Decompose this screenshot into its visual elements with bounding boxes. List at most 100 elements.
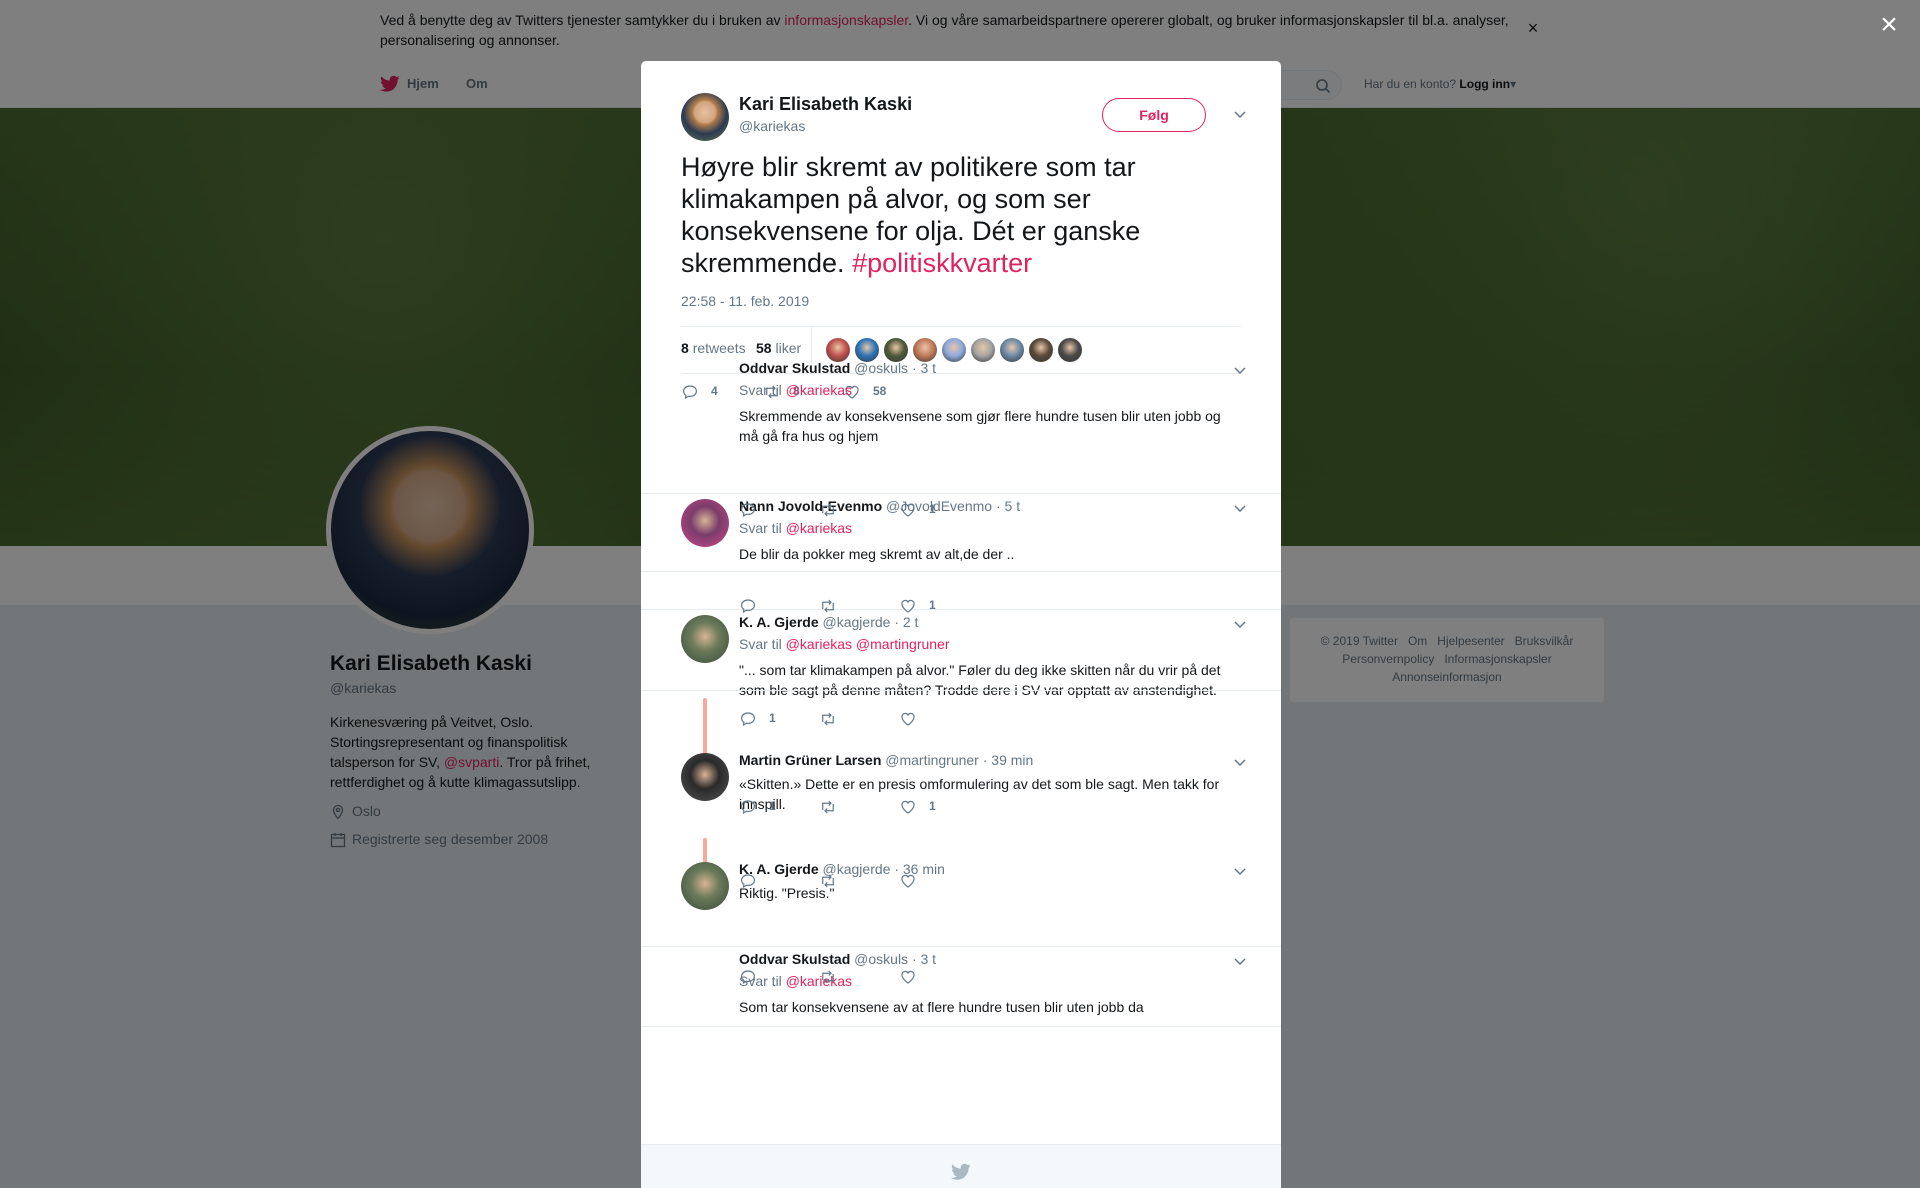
tweet-timestamp[interactable]: 22:58 - 11. feb. 2019 [681, 293, 809, 309]
modal-close-button[interactable]: × [1874, 10, 1904, 40]
retweet-icon [822, 970, 834, 984]
reply-button[interactable] [739, 501, 757, 521]
retweet-icon [822, 712, 834, 726]
mention-link[interactable]: @kariekas [786, 382, 852, 398]
heart-icon [901, 970, 915, 984]
chevron-down-icon[interactable] [1232, 500, 1248, 516]
reply-button[interactable]: 4 [681, 383, 718, 403]
reply-to-line: Svar til @kariekas [739, 520, 853, 536]
liker-avatar[interactable] [1058, 338, 1082, 362]
liker-avatar[interactable] [1029, 338, 1053, 362]
like-button[interactable] [899, 710, 917, 730]
like-button[interactable] [899, 968, 917, 988]
reply-actions: 1 [739, 501, 1039, 521]
hashtag-link[interactable]: #politiskkvarter [852, 248, 1032, 278]
reply-author-name[interactable]: Oddvar Skulstad [739, 360, 850, 376]
reply-actions: 11 [739, 798, 1039, 818]
reply-header: Martin Grüner Larsen @martingruner · 39 … [739, 752, 1033, 768]
retweet-button[interactable] [819, 968, 837, 988]
reply-icon [741, 712, 755, 727]
retweet-button[interactable] [819, 597, 837, 617]
retweet-stat[interactable]: 8 retweets [681, 340, 746, 356]
heart-icon [901, 800, 915, 814]
reply-separator [641, 571, 1281, 572]
reply-author-avatar[interactable] [681, 615, 729, 663]
liker-avatar[interactable] [942, 338, 966, 362]
liker-avatar[interactable] [1000, 338, 1024, 362]
follow-button[interactable]: Følg [1102, 98, 1206, 132]
heart-icon [901, 599, 915, 613]
reply-separator [641, 690, 1281, 691]
reply-button[interactable] [739, 968, 757, 988]
reply-author-handle[interactable]: @oskuls [854, 360, 908, 376]
reply-timestamp[interactable]: · 39 min [983, 752, 1034, 768]
reply-text: "... som tar klimakampen på alvor." Føle… [739, 662, 1221, 698]
reply-button[interactable] [739, 597, 757, 617]
liker-avatar[interactable] [855, 338, 879, 362]
retweet-button[interactable] [819, 798, 837, 818]
reply-separator [641, 1026, 1281, 1027]
reply-header: Oddvar Skulstad @oskuls · 3 t [739, 951, 936, 967]
reply-timestamp[interactable]: · 3 t [912, 360, 936, 376]
reply-author-avatar[interactable] [681, 753, 729, 801]
reply-actions [739, 968, 1039, 988]
chevron-down-icon[interactable] [1232, 754, 1248, 770]
reply-icon [741, 599, 755, 614]
chevron-down-icon[interactable] [1232, 362, 1248, 378]
reply-text: De blir da pokker meg skremt av alt,de d… [739, 546, 1015, 562]
reply-actions [739, 872, 1039, 892]
reply-text: Skremmende av konsekvensene som gjør fle… [739, 408, 1221, 444]
liker-avatar[interactable] [884, 338, 908, 362]
reply-author-avatar[interactable] [681, 862, 729, 910]
reply-author-name[interactable]: Oddvar Skulstad [739, 951, 850, 967]
reply-author-handle[interactable]: @oskuls [854, 951, 908, 967]
like-button[interactable]: 1 [899, 501, 936, 521]
heart-icon [901, 874, 915, 888]
chevron-down-icon[interactable] [1232, 863, 1248, 879]
retweet-icon [822, 503, 834, 517]
mention-link[interactable]: @kariekas [786, 636, 852, 652]
reply-author-handle[interactable]: @martingruner [885, 752, 979, 768]
retweet-button[interactable] [819, 710, 837, 730]
mention-link[interactable]: @kariekas [786, 520, 852, 536]
reply-actions: 1 [739, 710, 1039, 730]
reply-icon [741, 874, 755, 889]
tweet-modal: Kari Elisabeth Kaski @kariekas Følg Høyr… [641, 61, 1281, 1188]
like-button[interactable]: 1 [899, 597, 936, 617]
chevron-down-icon[interactable] [1232, 953, 1248, 969]
retweet-icon [822, 599, 834, 613]
reply-icon [683, 385, 697, 400]
like-stat[interactable]: 58 liker [756, 340, 801, 356]
heart-icon [901, 503, 915, 517]
reply-button[interactable]: 1 [739, 798, 776, 818]
reply-header: Oddvar Skulstad @oskuls · 3 t [739, 360, 936, 376]
retweet-button[interactable] [819, 872, 837, 892]
tweet-author-handle[interactable]: @kariekas [739, 118, 805, 134]
reply-author-name[interactable]: Martin Grüner Larsen [739, 752, 881, 768]
like-button[interactable]: 1 [899, 798, 936, 818]
liker-avatar[interactable] [826, 338, 850, 362]
reply-icon [741, 800, 755, 815]
chevron-down-icon[interactable] [1232, 106, 1248, 122]
reply-author-avatar[interactable] [681, 499, 729, 547]
retweet-icon [822, 874, 834, 888]
tweet-author-avatar[interactable] [681, 93, 729, 141]
liker-avatar[interactable] [971, 338, 995, 362]
reply-icon [741, 503, 755, 518]
mention-link[interactable]: @martingruner [856, 636, 950, 652]
reply-separator [641, 946, 1281, 947]
retweet-button[interactable] [819, 501, 837, 521]
liker-avatar[interactable] [913, 338, 937, 362]
tweet-text: Høyre blir skremt av politikere som tar … [681, 152, 1141, 278]
reply-button[interactable]: 1 [739, 710, 776, 730]
twitter-bird-icon [951, 1163, 971, 1180]
modal-footer [641, 1144, 1281, 1188]
heart-icon [901, 712, 915, 726]
reply-button[interactable] [739, 872, 757, 892]
reply-icon [741, 970, 755, 985]
reply-to-line: Svar til @kariekas [739, 382, 853, 398]
tweet-author-name[interactable]: Kari Elisabeth Kaski [739, 94, 912, 115]
chevron-down-icon[interactable] [1232, 616, 1248, 632]
like-button[interactable] [899, 872, 917, 892]
reply-timestamp[interactable]: · 3 t [912, 951, 936, 967]
